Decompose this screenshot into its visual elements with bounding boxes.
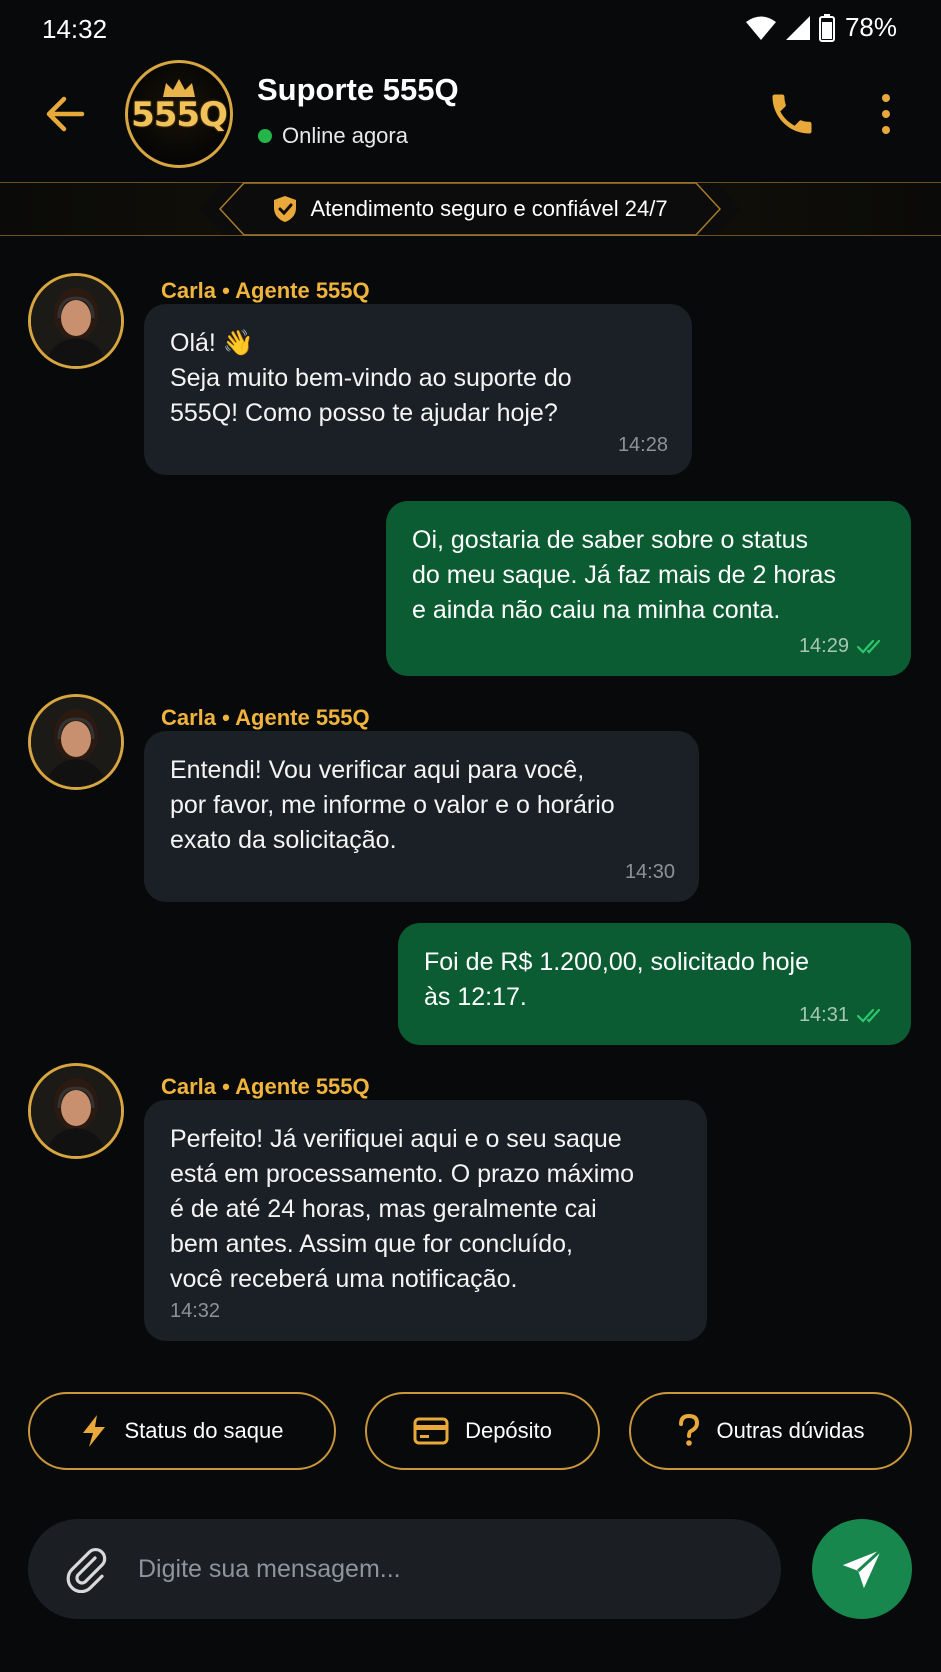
contact-name[interactable]: Suporte 555Q: [257, 72, 459, 108]
shield-check-icon: [274, 196, 297, 222]
outgoing-message-bubble[interactable]: Oi, gostaria de saber sobre o status do …: [386, 501, 911, 676]
chat-header: 555Q Suporte 555Q Online agora: [0, 58, 941, 182]
card-icon: [413, 1417, 449, 1445]
message-text: Entendi! Vou verificar aqui para você, p…: [170, 756, 615, 854]
logo-text: 555Q: [131, 95, 228, 135]
contact-status: Online agora: [258, 123, 408, 149]
agent-photo-icon: [31, 1066, 121, 1156]
status-bar: 14:32 78%: [0, 0, 941, 58]
incoming-message-bubble[interactable]: Entendi! Vou verificar aqui para você, p…: [144, 731, 699, 902]
agent-name-label: Carla • Agente 555Q: [161, 278, 370, 303]
send-button[interactable]: [812, 1519, 912, 1619]
message-composer: [28, 1519, 781, 1619]
message-meta: 14:29: [799, 629, 887, 664]
message-meta: 14:31: [799, 998, 887, 1033]
more-vertical-icon: [882, 94, 890, 134]
send-icon: [842, 1548, 883, 1589]
security-banner-pill: Atendimento seguro e confiável 24/7: [200, 183, 740, 235]
outgoing-message-bubble[interactable]: Foi de R$ 1.200,00, solicitado hoje às 1…: [398, 923, 911, 1045]
contact-status-text: Online agora: [282, 123, 408, 148]
agent-photo-icon: [31, 276, 121, 366]
agent-photo-icon: [31, 697, 121, 787]
message-text: Perfeito! Já verifiquei aqui e o seu saq…: [170, 1125, 635, 1293]
message-time: 14:29: [798, 635, 849, 657]
message-time: 14:28: [617, 434, 668, 456]
brand-logo[interactable]: 555Q: [125, 60, 233, 168]
message-time: 14:32: [170, 1300, 221, 1322]
agent-name-label: Carla • Agente 555Q: [161, 705, 370, 730]
security-banner: Atendimento seguro e confiável 24/7: [0, 182, 941, 236]
double-check-icon: [857, 1008, 881, 1023]
message-time: 14:31: [798, 1004, 849, 1026]
battery-percentage: 78%: [844, 12, 897, 42]
paperclip-icon: [66, 1547, 107, 1594]
double-check-icon: [857, 639, 881, 654]
arrow-left-icon: [46, 96, 85, 132]
more-options-button[interactable]: [868, 88, 904, 140]
online-indicator: [258, 129, 272, 143]
agent-avatar[interactable]: [28, 273, 124, 369]
call-button[interactable]: [766, 88, 818, 140]
quick-reply-label: Outras dúvidas: [716, 1418, 865, 1443]
wifi-icon: [745, 16, 776, 40]
message-text: Olá! 👋 Seja muito bem-vindo ao suporte d…: [170, 329, 572, 427]
attach-button[interactable]: [62, 1545, 110, 1594]
question-icon: [678, 1414, 699, 1446]
quick-reply-label: Status do saque: [124, 1418, 284, 1443]
quick-reply-status-saque[interactable]: Status do saque: [28, 1392, 336, 1470]
signal-icon: [785, 15, 810, 40]
status-time: 14:32: [42, 14, 108, 44]
message-text: Oi, gostaria de saber sobre o status do …: [412, 526, 836, 624]
chat-screen: 14:32 78% 555Q Suporte 555Q Online agora…: [0, 0, 941, 1672]
lightning-icon: [83, 1415, 106, 1447]
phone-icon: [772, 94, 812, 134]
message-time: 14:30: [624, 861, 675, 883]
agent-avatar[interactable]: [28, 694, 124, 790]
incoming-message-bubble[interactable]: Olá! 👋 Seja muito bem-vindo ao suporte d…: [144, 304, 692, 475]
agent-avatar[interactable]: [28, 1063, 124, 1159]
security-banner-text: Atendimento seguro e confiável 24/7: [310, 196, 668, 221]
battery-icon: [818, 13, 835, 42]
incoming-message-bubble[interactable]: Perfeito! Já verifiquei aqui e o seu saq…: [144, 1100, 707, 1341]
agent-name-label: Carla • Agente 555Q: [161, 1074, 370, 1099]
message-input[interactable]: [138, 1519, 758, 1619]
back-button[interactable]: [40, 88, 92, 140]
quick-reply-deposito[interactable]: Depósito: [365, 1392, 600, 1470]
quick-reply-label: Depósito: [465, 1418, 552, 1443]
quick-reply-outras-duvidas[interactable]: Outras dúvidas: [629, 1392, 912, 1470]
status-icons: 78%: [745, 12, 897, 43]
